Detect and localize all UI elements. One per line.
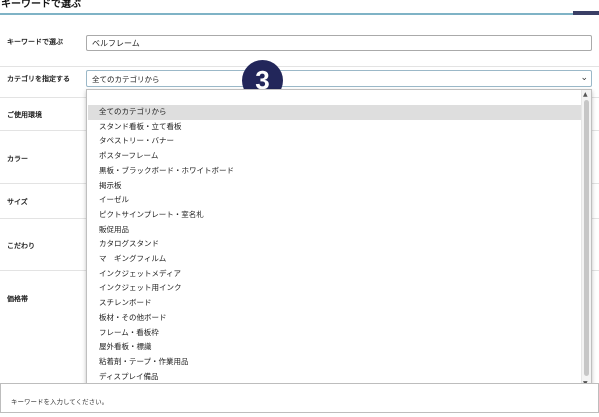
category-option[interactable]: ポスターフレーム — [88, 149, 582, 164]
keyword-label: キーワードで選ぶ — [7, 38, 63, 46]
size-label: サイズ — [7, 198, 28, 206]
category-option[interactable]: 板材・その他ボード — [88, 311, 582, 326]
category-option[interactable]: マ ギングフィルム — [88, 252, 582, 267]
category-label: カテゴリを指定する — [7, 75, 70, 83]
category-option[interactable]: インクジェット用インク — [88, 281, 582, 296]
dropdown-scrollbar[interactable]: ▲ ▼ — [581, 90, 591, 389]
scroll-up-arrow-icon[interactable]: ▲ — [583, 92, 588, 98]
category-option[interactable]: インクジェットメディア — [88, 267, 582, 282]
category-option[interactable]: スチレンボード — [88, 296, 582, 311]
category-option[interactable]: 粘着剤・テープ・作業用品 — [88, 355, 582, 370]
category-option[interactable]: フレーム・看板枠 — [88, 326, 582, 341]
message-box: キーワードを入力してください。 — [0, 383, 599, 413]
page-header: キーワードで選ぶ — [0, 0, 599, 15]
category-option[interactable]: 掲示板 — [88, 179, 582, 194]
category-dropdown-list[interactable]: 全てのカテゴリから スタンド看板・立て看板 タペストリー・バナー ポスターフレー… — [86, 89, 592, 390]
scrollbar-thumb[interactable] — [584, 100, 589, 376]
category-option[interactable]: ピクトサインプレート・室名札 — [88, 208, 582, 223]
environment-label: ご使用環境 — [7, 111, 42, 119]
category-option[interactable]: 屋外看板・標識 — [88, 340, 582, 355]
category-option[interactable]: 販促用品 — [88, 223, 582, 238]
category-option[interactable]: カタログスタンド — [88, 237, 582, 252]
category-option[interactable]: イーゼル — [88, 193, 582, 208]
category-select[interactable]: 全てのカテゴリから ⌄ — [86, 70, 592, 87]
page-title: キーワードで選ぶ — [1, 0, 81, 10]
chevron-down-icon: ⌄ — [580, 73, 588, 83]
color-label: カラー — [7, 155, 28, 163]
preference-label: こだわり — [7, 242, 35, 250]
category-option[interactable]: 全てのカテゴリから — [88, 105, 582, 120]
price-label: 価格帯 — [7, 295, 28, 303]
category-option[interactable]: スタンド看板・立て看板 — [88, 120, 582, 135]
keyword-hint-text: キーワードを入力してください。 — [11, 398, 109, 406]
category-option[interactable]: 黒板・ブラックボード・ホワイトボード — [88, 164, 582, 179]
category-select-value: 全てのカテゴリから — [92, 75, 160, 84]
keyword-input[interactable] — [86, 35, 592, 51]
category-option[interactable]: タペストリー・バナー — [88, 134, 582, 149]
